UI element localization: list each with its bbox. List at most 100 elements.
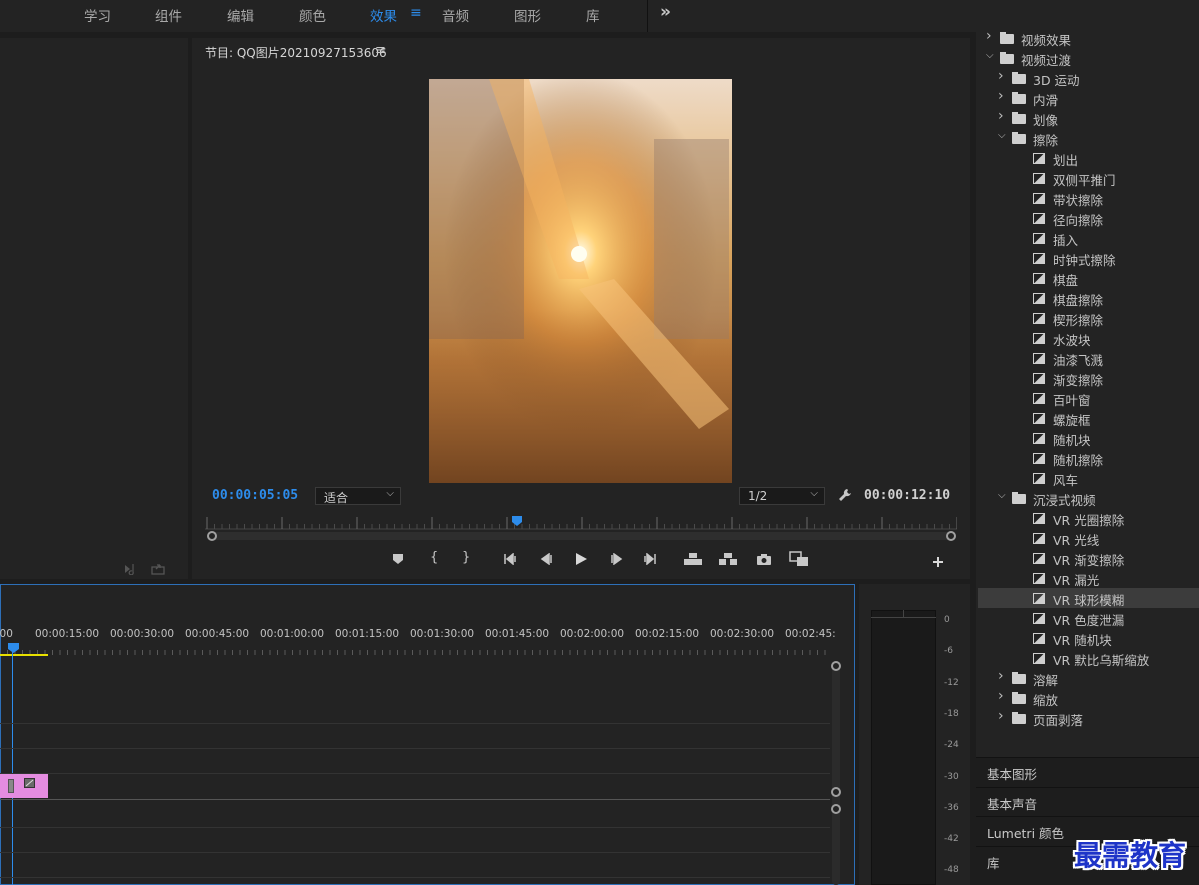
fx-badge-icon	[24, 778, 35, 788]
insert-audio-icon[interactable]	[124, 563, 138, 575]
work-area-bar[interactable]	[0, 654, 48, 656]
workspace-tab-editing[interactable]: 编辑	[227, 5, 254, 25]
effect-item[interactable]: VR 色度泄漏	[978, 608, 1199, 628]
workspace-tab-learn[interactable]: 学习	[84, 5, 111, 25]
go-to-out-icon[interactable]	[641, 553, 657, 565]
effect-item[interactable]: 百叶窗	[978, 388, 1199, 408]
effect-item[interactable]: VR 光圈擦除	[978, 508, 1199, 528]
effect-item[interactable]: 棋盘	[978, 268, 1199, 288]
scroll-handle-audio[interactable]	[831, 804, 841, 814]
chevron-down-icon[interactable]: ⌵	[998, 130, 1006, 141]
effect-item[interactable]: VR 渐变擦除	[978, 548, 1199, 568]
chevron-right-icon[interactable]: ›	[998, 68, 1004, 84]
meter-db-label: -48	[944, 865, 959, 876]
current-timecode[interactable]: 00:00:05:05	[212, 488, 298, 503]
effect-item[interactable]: VR 随机块	[978, 628, 1199, 648]
effect-item[interactable]: 双侧平推门	[978, 168, 1199, 188]
effect-item[interactable]: 楔形擦除	[978, 308, 1199, 328]
play-icon[interactable]	[574, 552, 588, 566]
zoom-fit-select[interactable]: 适合 ⌵	[315, 487, 401, 505]
effect-item[interactable]: 带状擦除	[978, 188, 1199, 208]
tree-label: 楔形擦除	[1053, 313, 1104, 328]
effect-item[interactable]: 随机块	[978, 428, 1199, 448]
monitor-zoom-scrollbar[interactable]	[211, 532, 951, 540]
essential-graphics-section[interactable]: 基本图形	[976, 757, 1199, 786]
chevron-down-icon[interactable]: ⌵	[998, 490, 1006, 501]
mark-in-icon[interactable]: {	[430, 550, 438, 565]
program-monitor-title[interactable]: 节目: QQ图片20210927153606	[205, 44, 387, 61]
effects-folder[interactable]: › 溶解	[978, 668, 1199, 688]
effects-folder[interactable]: ⌵ 视频过渡	[978, 48, 1199, 68]
resolution-value: 1/2	[748, 489, 768, 503]
workspace-tab-graphics[interactable]: 图形	[514, 5, 541, 25]
transition-icon	[1033, 613, 1045, 624]
settings-wrench-icon[interactable]	[837, 487, 853, 503]
extract-icon[interactable]	[718, 552, 738, 566]
tree-label: 插入	[1053, 233, 1079, 248]
essential-sound-section[interactable]: 基本声音	[976, 787, 1199, 816]
chevron-right-icon[interactable]: ›	[986, 28, 992, 44]
workspace-tab-audio[interactable]: 音频	[442, 5, 469, 25]
workspace-tab-color[interactable]: 颜色	[299, 5, 326, 25]
effect-item[interactable]: 风车	[978, 468, 1199, 488]
effect-item[interactable]: 时钟式擦除	[978, 248, 1199, 268]
workspace-tab-effects[interactable]: 效果	[370, 5, 397, 25]
transition-icon	[1033, 313, 1045, 324]
comparison-view-icon[interactable]	[789, 551, 809, 567]
export-icon[interactable]	[151, 562, 165, 575]
monitor-ruler[interactable]	[205, 516, 957, 530]
effect-item[interactable]: 棋盘擦除	[978, 288, 1199, 308]
tree-label: 渐变擦除	[1053, 373, 1104, 388]
chevron-right-icon[interactable]: ›	[998, 668, 1004, 684]
effects-folder[interactable]: › 划像	[978, 108, 1199, 128]
mark-out-icon[interactable]: }	[462, 550, 470, 565]
effects-folder[interactable]: › 视频效果	[978, 28, 1199, 48]
workspace-tab-libraries[interactable]: 库	[586, 5, 600, 25]
chevron-right-icon[interactable]: ›	[998, 88, 1004, 104]
effect-item[interactable]: 渐变擦除	[978, 368, 1199, 388]
step-forward-icon[interactable]	[610, 553, 624, 565]
timeline-vertical-scrollbar[interactable]	[832, 663, 840, 885]
scroll-handle-right[interactable]	[946, 531, 956, 541]
effects-folder[interactable]: ⌵ 沉浸式视频	[978, 488, 1199, 508]
panel-menu-icon[interactable]: ≡	[375, 43, 386, 58]
workspace-menu-icon[interactable]: ≡	[410, 5, 422, 21]
effect-item[interactable]: 径向擦除	[978, 208, 1199, 228]
effect-item[interactable]: 随机擦除	[978, 448, 1199, 468]
effect-item[interactable]: 螺旋框	[978, 408, 1199, 428]
scroll-handle-top[interactable]	[831, 661, 841, 671]
effect-item[interactable]: VR 默比乌斯缩放	[978, 648, 1199, 668]
scroll-handle-middle[interactable]	[831, 787, 841, 797]
workspace-tab-assembly[interactable]: 组件	[155, 5, 182, 25]
effect-item[interactable]: 划出	[978, 148, 1199, 168]
effect-item[interactable]: 水波块	[978, 328, 1199, 348]
peak-divider	[903, 610, 904, 618]
tree-label: 划出	[1053, 153, 1079, 168]
effects-folder[interactable]: › 页面剥落	[978, 708, 1199, 728]
effect-item[interactable]: 油漆飞溅	[978, 348, 1199, 368]
effect-item[interactable]: VR 光线	[978, 528, 1199, 548]
effect-item[interactable]: 插入	[978, 228, 1199, 248]
scroll-handle-left[interactable]	[207, 531, 217, 541]
effect-item[interactable]: VR 球形模糊	[978, 588, 1199, 608]
clip-transition-marker[interactable]	[8, 779, 14, 793]
resolution-select[interactable]: 1/2 ⌵	[739, 487, 825, 505]
lift-icon[interactable]	[683, 552, 703, 566]
export-frame-camera-icon[interactable]	[756, 553, 772, 565]
effects-folder[interactable]: › 缩放	[978, 688, 1199, 708]
effects-folder[interactable]: ⌵ 擦除	[978, 128, 1199, 148]
step-back-icon[interactable]	[539, 553, 553, 565]
effects-folder[interactable]: › 内滑	[978, 88, 1199, 108]
more-workspaces-icon[interactable]: »	[660, 2, 671, 22]
video-clip[interactable]	[0, 774, 48, 798]
go-to-in-icon[interactable]	[503, 553, 519, 565]
chevron-down-icon[interactable]: ⌵	[986, 50, 994, 61]
effect-item[interactable]: VR 漏光	[978, 568, 1199, 588]
chevron-right-icon[interactable]: ›	[998, 688, 1004, 704]
timeline-ticks[interactable]	[0, 645, 830, 657]
effects-folder[interactable]: › 3D 运动	[978, 68, 1199, 88]
chevron-right-icon[interactable]: ›	[998, 708, 1004, 724]
chevron-right-icon[interactable]: ›	[998, 108, 1004, 124]
button-editor-add-icon[interactable]	[932, 556, 944, 568]
add-marker-icon[interactable]	[392, 553, 404, 565]
